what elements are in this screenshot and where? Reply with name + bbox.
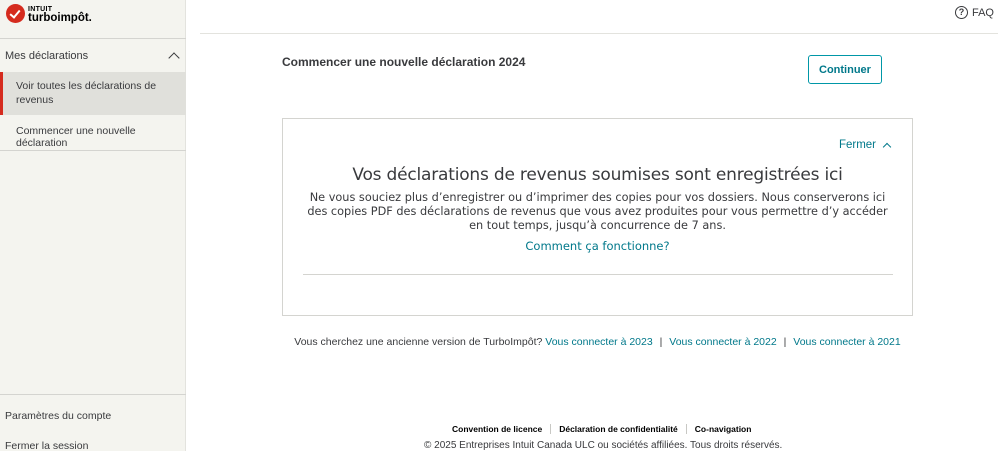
older-versions-prompt: Vous cherchez une ancienne version de Tu… [294, 336, 543, 348]
close-card-label: Fermer [838, 139, 876, 151]
faq-button[interactable]: ? FAQ [954, 6, 994, 19]
login-2022-link[interactable]: Vous connecter à 2022 [669, 336, 776, 348]
card-divider [303, 274, 893, 275]
older-versions-bar: Vous cherchez une ancienne version de Tu… [282, 336, 913, 348]
info-card: Fermer Vos déclarations de revenus soumi… [282, 118, 913, 316]
sidebar-bottom-links: Paramètres du compte Fermer la session [0, 394, 186, 451]
footer-links: Convention de licence Déclaration de con… [445, 424, 759, 434]
sidebar-item-voir-declarations[interactable]: Voir toutes les déclarations de revenus [0, 72, 186, 115]
sidebar-section-toggle[interactable]: Mes déclarations [0, 39, 186, 72]
logo-product-text: turboimpôt. [28, 11, 92, 24]
sidebar-section-mes-declarations: Mes déclarations Voir toutes les déclara… [0, 38, 186, 151]
chevron-up-icon [882, 142, 892, 151]
sidebar-item-nouvelle-declaration[interactable]: Commencer une nouvelle déclaration [0, 115, 186, 151]
new-return-title: Commencer une nouvelle déclaration 2024 [282, 55, 526, 69]
chevron-up-icon [168, 52, 180, 64]
sidebar-item-label: Commencer une nouvelle déclaration [16, 125, 136, 149]
separator: | [659, 336, 663, 348]
sign-out-link[interactable]: Fermer la session [0, 432, 186, 451]
sidebar-item-label: Voir toutes les déclarations de revenus [16, 80, 157, 106]
faq-label: FAQ [971, 6, 994, 19]
separator: | [783, 336, 787, 348]
turboimpot-logo[interactable]: INTUIT turboimpôt. [6, 4, 92, 23]
account-settings-link[interactable]: Paramètres du compte [0, 402, 186, 432]
copyright-text: © 2025 Entreprises Intuit Canada ULC ou … [424, 440, 783, 451]
help-circle-icon: ? [954, 6, 968, 19]
how-it-works-link[interactable]: Comment ça fonctionne? [283, 239, 912, 253]
co-browsing-link[interactable]: Co-navigation [687, 424, 760, 434]
privacy-statement-link[interactable]: Déclaration de confidentialité [551, 424, 687, 434]
card-body-text: Ne vous souciez plus d’enregistrer ou d’… [307, 191, 888, 232]
card-title: Vos déclarations de revenus soumises son… [352, 165, 843, 185]
sidebar-section-title: Mes déclarations [5, 49, 89, 62]
license-agreement-link[interactable]: Convention de licence [445, 424, 552, 434]
login-2021-link[interactable]: Vous connecter à 2021 [793, 336, 900, 348]
continue-button[interactable]: Continuer [808, 55, 882, 84]
how-it-works-label: Comment ça fonctionne? [525, 239, 670, 253]
top-bar: ? FAQ [200, 0, 998, 34]
login-2023-link[interactable]: Vous connecter à 2023 [545, 336, 652, 348]
close-card-button[interactable]: Fermer [838, 139, 892, 151]
sidebar: INTUIT turboimpôt. Mes déclarations Voir… [0, 0, 186, 451]
checkmark-circle-icon [6, 4, 25, 23]
